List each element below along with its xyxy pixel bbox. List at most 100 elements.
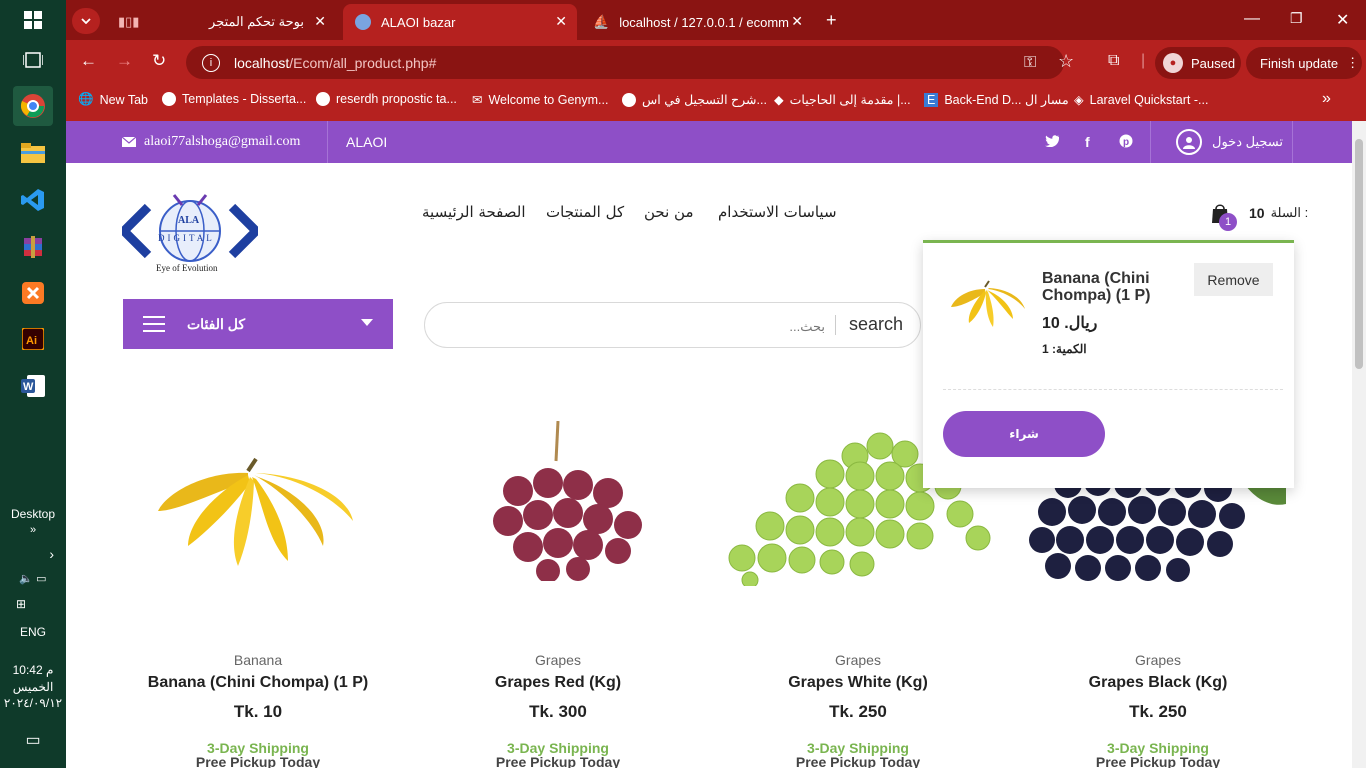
logo-tagline: Eye of Evolution xyxy=(156,263,218,273)
word-icon[interactable]: W xyxy=(13,366,53,406)
desktop-label[interactable]: Desktop xyxy=(0,507,66,521)
product-name[interactable]: Banana (Chini Chompa) (1 P) xyxy=(118,674,398,692)
xampp-icon[interactable] xyxy=(13,273,53,313)
menu-all-products[interactable]: كل المنتجات xyxy=(546,203,624,221)
volume-battery-icon[interactable]: 🔈 ▭ xyxy=(0,572,66,585)
finish-update-button[interactable]: Finish update ⋮ xyxy=(1246,47,1362,79)
product-image[interactable] xyxy=(448,421,668,581)
bookmark-item[interactable]: ◈ Laravel Quickstart -... xyxy=(1074,92,1208,108)
task-view-icon[interactable] xyxy=(13,40,53,80)
close-icon[interactable]: ✕ xyxy=(314,13,326,30)
clock-date[interactable]: ٢٠٢٤/٠٩/١٢ xyxy=(0,696,66,710)
contact-email[interactable]: alaoi77alshoga@gmail.com xyxy=(122,134,300,150)
menu-policies[interactable]: سياسات الاستخدام xyxy=(718,203,837,221)
chrome-taskbar-icon[interactable] xyxy=(13,86,53,126)
facebook-icon[interactable]: f xyxy=(1085,134,1090,150)
bookmark-item[interactable]: شرح التسجيل في اس... xyxy=(622,92,767,107)
bookmark-item[interactable]: ◆ مقدمة إلى الحاجيات |... xyxy=(774,92,911,107)
pinterest-icon[interactable]: p xyxy=(1119,134,1133,151)
product-price: Tk. 250 xyxy=(1129,702,1187,721)
minimize-button[interactable]: — xyxy=(1244,10,1260,28)
chevron-down-icon xyxy=(81,18,91,24)
caret-down-icon xyxy=(361,319,373,326)
tab-alaoi-bazar[interactable]: ALAOI bazar ✕ xyxy=(343,4,577,40)
search-divider xyxy=(835,315,836,335)
product-card[interactable]: Grapes Grapes Red (Kg) Tk. 300 3-Day Shi… xyxy=(418,406,698,768)
product-name[interactable]: Grapes White (Kg) xyxy=(718,674,998,692)
bookmark-label: مقدمة إلى الحاجيات |... xyxy=(789,93,911,107)
new-tab-button[interactable]: + xyxy=(826,10,837,31)
bookmark-item[interactable]: 🌐 New Tab xyxy=(78,92,148,107)
product-image[interactable] xyxy=(148,451,368,571)
product-name[interactable]: Grapes Black (Kg) xyxy=(1018,674,1298,692)
network-icon[interactable]: ⊞ xyxy=(0,597,66,611)
bookmark-label: Welcome to Genym... xyxy=(488,92,609,107)
close-icon[interactable]: ✕ xyxy=(791,13,803,30)
address-bar-row: ← → ↻ i localhost/Ecom/all_product.php# … xyxy=(66,40,1366,84)
illustrator-icon[interactable]: Ai xyxy=(13,319,53,359)
product-pickup: Pree Pickup Today xyxy=(495,754,621,768)
globe-icon xyxy=(162,92,176,106)
search-button[interactable]: search xyxy=(849,314,903,335)
globe-icon: 🌐 xyxy=(78,92,94,106)
bookmark-label: New Tab xyxy=(99,92,148,107)
close-window-button[interactable]: ✕ xyxy=(1336,10,1349,30)
back-arrow-icon[interactable]: ← xyxy=(80,51,97,71)
cart-link[interactable]: 1 10 السلة : xyxy=(1211,203,1308,231)
twitter-icon[interactable] xyxy=(1045,134,1060,150)
notification-icon[interactable]: ▭ xyxy=(0,730,66,750)
menu-home[interactable]: الصفحة الرئيسية xyxy=(422,203,526,221)
page-scrollbar[interactable] xyxy=(1352,121,1366,768)
bookmark-item[interactable]: reserdh propostic ta... xyxy=(316,92,457,106)
cart-item-name[interactable]: Banana (Chini Chompa) (1 P) xyxy=(1042,270,1182,304)
site-logo[interactable]: ALA DIGITAL Eye of Evolution xyxy=(117,191,263,273)
bookmark-label: reserdh propostic ta... xyxy=(336,92,457,106)
login-link[interactable]: تسجيل دخول xyxy=(1176,129,1283,155)
extensions-icon[interactable]: ⧉ xyxy=(1108,52,1119,70)
profile-paused-button[interactable]: ● Paused xyxy=(1155,47,1241,79)
product-price: Tk. 300 xyxy=(529,702,587,721)
tab-phpmyadmin[interactable]: ⛵ localhost / 127.0.0.1 / ecommer ✕ xyxy=(581,4,813,40)
topbar-brand: ALAOI xyxy=(346,134,388,150)
file-explorer-icon[interactable] xyxy=(13,133,53,173)
password-key-icon[interactable]: ⚿ xyxy=(1024,54,1036,72)
site-info-icon[interactable]: i xyxy=(202,53,220,72)
cart-dropdown: Banana (Chini Chompa) (1 P) ريال. 10 الك… xyxy=(923,240,1294,488)
chevron-double-down-icon[interactable]: » xyxy=(0,524,66,536)
restore-button[interactable]: ❐ xyxy=(1290,10,1303,27)
clock-day[interactable]: الخميس xyxy=(0,680,66,694)
language-indicator[interactable]: ENG xyxy=(0,625,66,639)
product-card[interactable]: Banana Banana (Chini Chompa) (1 P) Tk. 1… xyxy=(118,406,398,768)
clock-time[interactable]: 10:42 م xyxy=(0,663,66,677)
menu-about[interactable]: من نحن xyxy=(644,203,694,221)
bookmark-star-icon[interactable]: ☆ xyxy=(1058,51,1074,72)
cart-item-image xyxy=(947,277,1027,333)
scrollbar-thumb[interactable] xyxy=(1355,139,1363,369)
bookmark-item[interactable]: ✉ Welcome to Genym... xyxy=(472,92,609,108)
vscode-icon[interactable] xyxy=(13,180,53,220)
bookmark-item[interactable]: Templates - Disserta... xyxy=(162,92,306,106)
bookmark-item[interactable]: E Back-End D... مسار ال xyxy=(924,92,1069,107)
tab-search-button[interactable] xyxy=(72,8,100,34)
site-favicon-icon xyxy=(355,14,371,30)
product-pickup: Pree Pickup Today xyxy=(195,754,321,768)
winrar-icon[interactable] xyxy=(13,227,53,267)
forward-arrow-icon[interactable]: → xyxy=(116,51,133,71)
tab-dashboard[interactable]: ▮▯▮ بوحة تحكم المتجر ✕ xyxy=(106,4,336,40)
remove-item-button[interactable]: Remove xyxy=(1194,263,1273,296)
product-name[interactable]: Grapes Red (Kg) xyxy=(418,674,698,692)
windows-start-icon[interactable] xyxy=(13,0,53,40)
product-image[interactable] xyxy=(1028,474,1288,584)
categories-dropdown[interactable]: كل الفئات xyxy=(123,299,393,349)
more-bookmarks-icon[interactable]: » xyxy=(1322,90,1331,108)
windows-taskbar: Ai W Desktop » › 🔈 ▭ ⊞ ENG 10:42 م الخمي… xyxy=(0,0,66,768)
reload-icon[interactable]: ↻ xyxy=(152,51,166,71)
omnibox[interactable]: i localhost/Ecom/all_product.php# ⚿ ☆ xyxy=(186,46,1074,79)
buy-button[interactable]: شراء xyxy=(943,411,1105,457)
search-input[interactable] xyxy=(445,315,825,337)
close-icon[interactable]: ✕ xyxy=(555,13,567,30)
chevron-right-icon[interactable]: › xyxy=(0,546,66,562)
cart-item-price: ريال. 10 xyxy=(1042,315,1098,332)
kebab-menu-icon[interactable]: ⋮ xyxy=(1346,55,1359,71)
envelope-icon xyxy=(122,137,136,147)
